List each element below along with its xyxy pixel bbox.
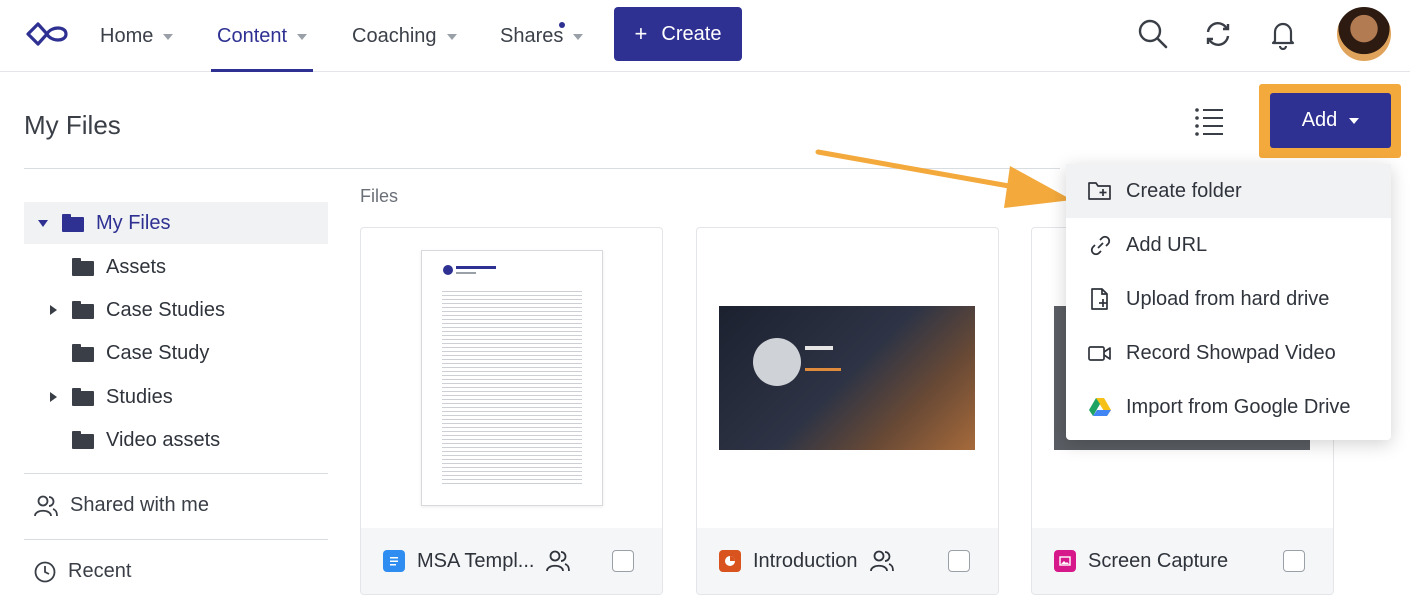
collapsed-caret-icon[interactable] (50, 305, 57, 315)
chevron-down-icon (1349, 117, 1360, 124)
menu-item-google-drive[interactable]: Import from Google Drive (1066, 380, 1391, 434)
add-dropdown-menu: Create folder Add URL Upload from hard d… (1066, 164, 1391, 440)
select-checkbox[interactable] (1283, 550, 1305, 572)
expanded-caret-icon[interactable] (38, 219, 48, 227)
tree-item-video-assets[interactable]: Video assets (72, 419, 220, 461)
recent-link[interactable]: Recent (34, 560, 131, 583)
menu-item-upload[interactable]: Upload from hard drive (1066, 272, 1391, 326)
nav-shares-label: Shares (500, 24, 564, 47)
showspace-logo-icon (443, 265, 496, 275)
tree-item-label: Case Study (106, 341, 210, 364)
nav-content[interactable]: Content (210, 0, 314, 72)
astronaut-image (753, 338, 801, 386)
tree-item-label: My Files (96, 211, 171, 234)
document-text-lines (442, 291, 582, 485)
menu-item-create-folder[interactable]: Create folder (1066, 164, 1391, 218)
menu-item-record-video[interactable]: Record Showpad Video (1066, 326, 1391, 380)
chevron-down-icon (163, 34, 174, 40)
document-thumbnail (421, 250, 603, 506)
search-icon[interactable] (1137, 18, 1169, 50)
folder-icon (72, 344, 94, 362)
menu-item-label: Record Showpad Video (1126, 341, 1336, 364)
slide-title-bar (805, 346, 833, 350)
tree-item-label: Case Studies (106, 298, 225, 321)
shared-people-icon (546, 550, 571, 572)
file-name[interactable]: Introduction (753, 550, 858, 573)
presentation-icon (719, 550, 741, 572)
file-card-footer: MSA Templ... (361, 528, 662, 594)
create-button-label: Create (661, 22, 722, 45)
folder-icon (62, 214, 84, 232)
file-name[interactable]: MSA Templ... (417, 550, 534, 573)
file-upload-icon (1091, 288, 1108, 310)
menu-item-label: Import from Google Drive (1126, 395, 1351, 418)
sync-icon[interactable] (1202, 18, 1234, 50)
nav-coaching[interactable]: Coaching (352, 0, 457, 72)
presentation-thumbnail (719, 306, 975, 450)
sidebar-divider (24, 473, 328, 474)
plus-icon: + (634, 21, 648, 46)
select-checkbox[interactable] (948, 550, 970, 572)
notification-dot (559, 22, 566, 28)
google-drive-icon (1089, 398, 1111, 416)
file-card-footer: Introduction (697, 528, 998, 594)
annotation-arrow (815, 149, 1072, 208)
folder-plus-icon (1088, 182, 1111, 200)
files-section-label: Files (360, 186, 399, 206)
slide-subtitle-bar (805, 368, 841, 371)
nav-shares[interactable]: Shares (500, 0, 584, 72)
chevron-down-icon (297, 34, 308, 40)
menu-item-add-url[interactable]: Add URL (1066, 218, 1391, 272)
add-button-label: Add (1301, 109, 1338, 131)
menu-item-label: Create folder (1126, 179, 1242, 202)
image-icon (1054, 550, 1076, 572)
tree-item-assets[interactable]: Assets (72, 246, 166, 288)
menu-item-label: Add URL (1126, 233, 1208, 256)
folder-icon (72, 301, 94, 319)
file-card[interactable]: MSA Templ... (360, 227, 663, 595)
file-card-footer: Screen Capture (1032, 528, 1333, 594)
clock-icon (34, 561, 56, 582)
nav-content-label: Content (217, 24, 288, 47)
link-icon (1090, 235, 1111, 256)
nav-home-label: Home (100, 24, 154, 47)
list-view-icon[interactable] (1193, 106, 1227, 136)
file-card[interactable]: Introduction (696, 227, 999, 595)
folder-icon (72, 388, 94, 406)
select-checkbox[interactable] (612, 550, 634, 572)
tree-item-label: Assets (106, 255, 167, 278)
bell-icon[interactable] (1267, 18, 1299, 50)
tree-item-studies[interactable]: Studies (50, 376, 173, 418)
top-navigation-bar: Home Content Coaching Shares + Create (0, 0, 1410, 72)
page-title: My Files (24, 110, 121, 140)
video-camera-icon (1088, 346, 1111, 361)
recent-label: Recent (68, 560, 132, 582)
chevron-down-icon (446, 34, 457, 40)
shared-people-icon (869, 550, 894, 572)
chevron-down-icon (573, 34, 584, 40)
create-button[interactable]: + Create (614, 7, 742, 61)
tree-item-label: Studies (106, 385, 173, 408)
folder-icon (72, 258, 94, 276)
document-icon (383, 550, 405, 572)
collapsed-caret-icon[interactable] (50, 392, 57, 402)
menu-item-label: Upload from hard drive (1126, 287, 1330, 310)
shared-with-me-label: Shared with me (70, 494, 209, 516)
folder-icon (72, 431, 94, 449)
people-icon (34, 495, 58, 516)
user-avatar[interactable] (1337, 7, 1391, 61)
tree-item-case-studies[interactable]: Case Studies (50, 289, 225, 331)
shared-with-me-link[interactable]: Shared with me (34, 494, 209, 517)
tree-item-my-files[interactable]: My Files (24, 202, 328, 244)
file-name[interactable]: Screen Capture (1088, 550, 1228, 573)
tree-item-label: Video assets (106, 428, 221, 451)
nav-coaching-label: Coaching (352, 24, 437, 47)
tree-item-case-study[interactable]: Case Study (72, 332, 209, 374)
sidebar-divider (24, 539, 328, 540)
showpad-logo[interactable] (24, 20, 70, 48)
add-button[interactable]: Add (1270, 93, 1391, 148)
nav-home[interactable]: Home (100, 0, 174, 72)
